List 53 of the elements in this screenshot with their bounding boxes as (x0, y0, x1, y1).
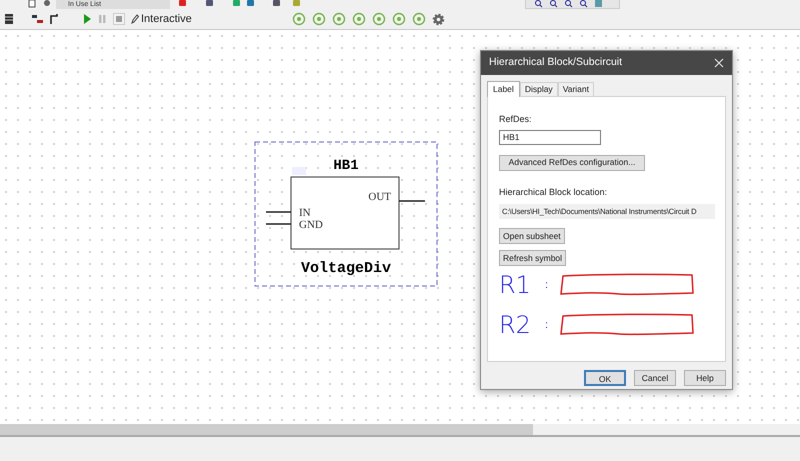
toolbar-icon[interactable] (272, 0, 281, 8)
step-icon[interactable] (49, 13, 59, 25)
probe-icon[interactable] (352, 12, 366, 26)
connector-icon[interactable] (32, 14, 43, 24)
scrollbar-thumb[interactable] (0, 424, 533, 435)
dialog-tab[interactable]: Display (520, 82, 558, 96)
probe-icon[interactable] (292, 12, 306, 26)
pin-label: OUT (368, 191, 391, 203)
pin-label: GND (299, 219, 323, 231)
component-icon[interactable] (4, 13, 14, 25)
block-icon (292, 167, 306, 175)
toolbar-icon[interactable] (205, 0, 214, 8)
handwritten-label: R1 (499, 273, 532, 297)
probe-icon[interactable] (372, 12, 386, 26)
pin-label: IN (299, 207, 311, 219)
probe-icon[interactable] (332, 12, 346, 26)
stop-icon[interactable] (113, 13, 125, 25)
field-label: RefDes: (499, 113, 532, 126)
dialog-tab[interactable]: Variant (558, 82, 594, 96)
interactive-mode-button[interactable]: Interactive (131, 10, 192, 28)
block-name: VoltageDiv (301, 260, 391, 277)
field-label: Hierarchical Block location: (499, 186, 608, 198)
toolbar-icon[interactable] (178, 0, 187, 8)
advanced-button[interactable]: Advanced RefDes configuration... (499, 154, 645, 170)
dialog-tab[interactable]: Label (487, 81, 520, 97)
pencil-icon[interactable] (131, 14, 139, 24)
refdes-field[interactable]: HB1 (499, 130, 601, 144)
pin-line (266, 223, 291, 225)
dialog-button[interactable]: Cancel (634, 370, 676, 386)
probe-icon[interactable] (412, 12, 426, 26)
dialog-button[interactable]: Help (684, 370, 726, 386)
handwritten-colon: : (545, 278, 550, 293)
document-icon[interactable] (28, 0, 36, 8)
reference-label: HB1 (333, 158, 359, 174)
dialog-button[interactable]: OK (584, 370, 626, 386)
handwritten-colon: : (545, 318, 550, 333)
probe-icon[interactable] (312, 12, 326, 26)
zoom-icon[interactable] (579, 0, 588, 8)
pin-line (266, 211, 291, 213)
zoom-icon[interactable] (564, 0, 573, 8)
close-icon[interactable] (714, 58, 724, 68)
pin-line (399, 200, 425, 202)
zoom-icon[interactable] (549, 0, 558, 8)
dialog-title: Hierarchical Block/Subcircuit (489, 55, 622, 70)
zoom-icon[interactable] (534, 0, 543, 8)
dialog-button[interactable]: Open subsheet (499, 228, 565, 244)
play-icon[interactable] (83, 13, 92, 25)
block-body[interactable] (290, 176, 400, 250)
handwritten-label: R2 (499, 313, 532, 337)
probe-icon[interactable] (392, 12, 406, 26)
settings-icon[interactable] (432, 12, 445, 26)
window-icon[interactable] (594, 0, 603, 8)
dialog-button[interactable]: Refresh symbol (499, 250, 566, 266)
